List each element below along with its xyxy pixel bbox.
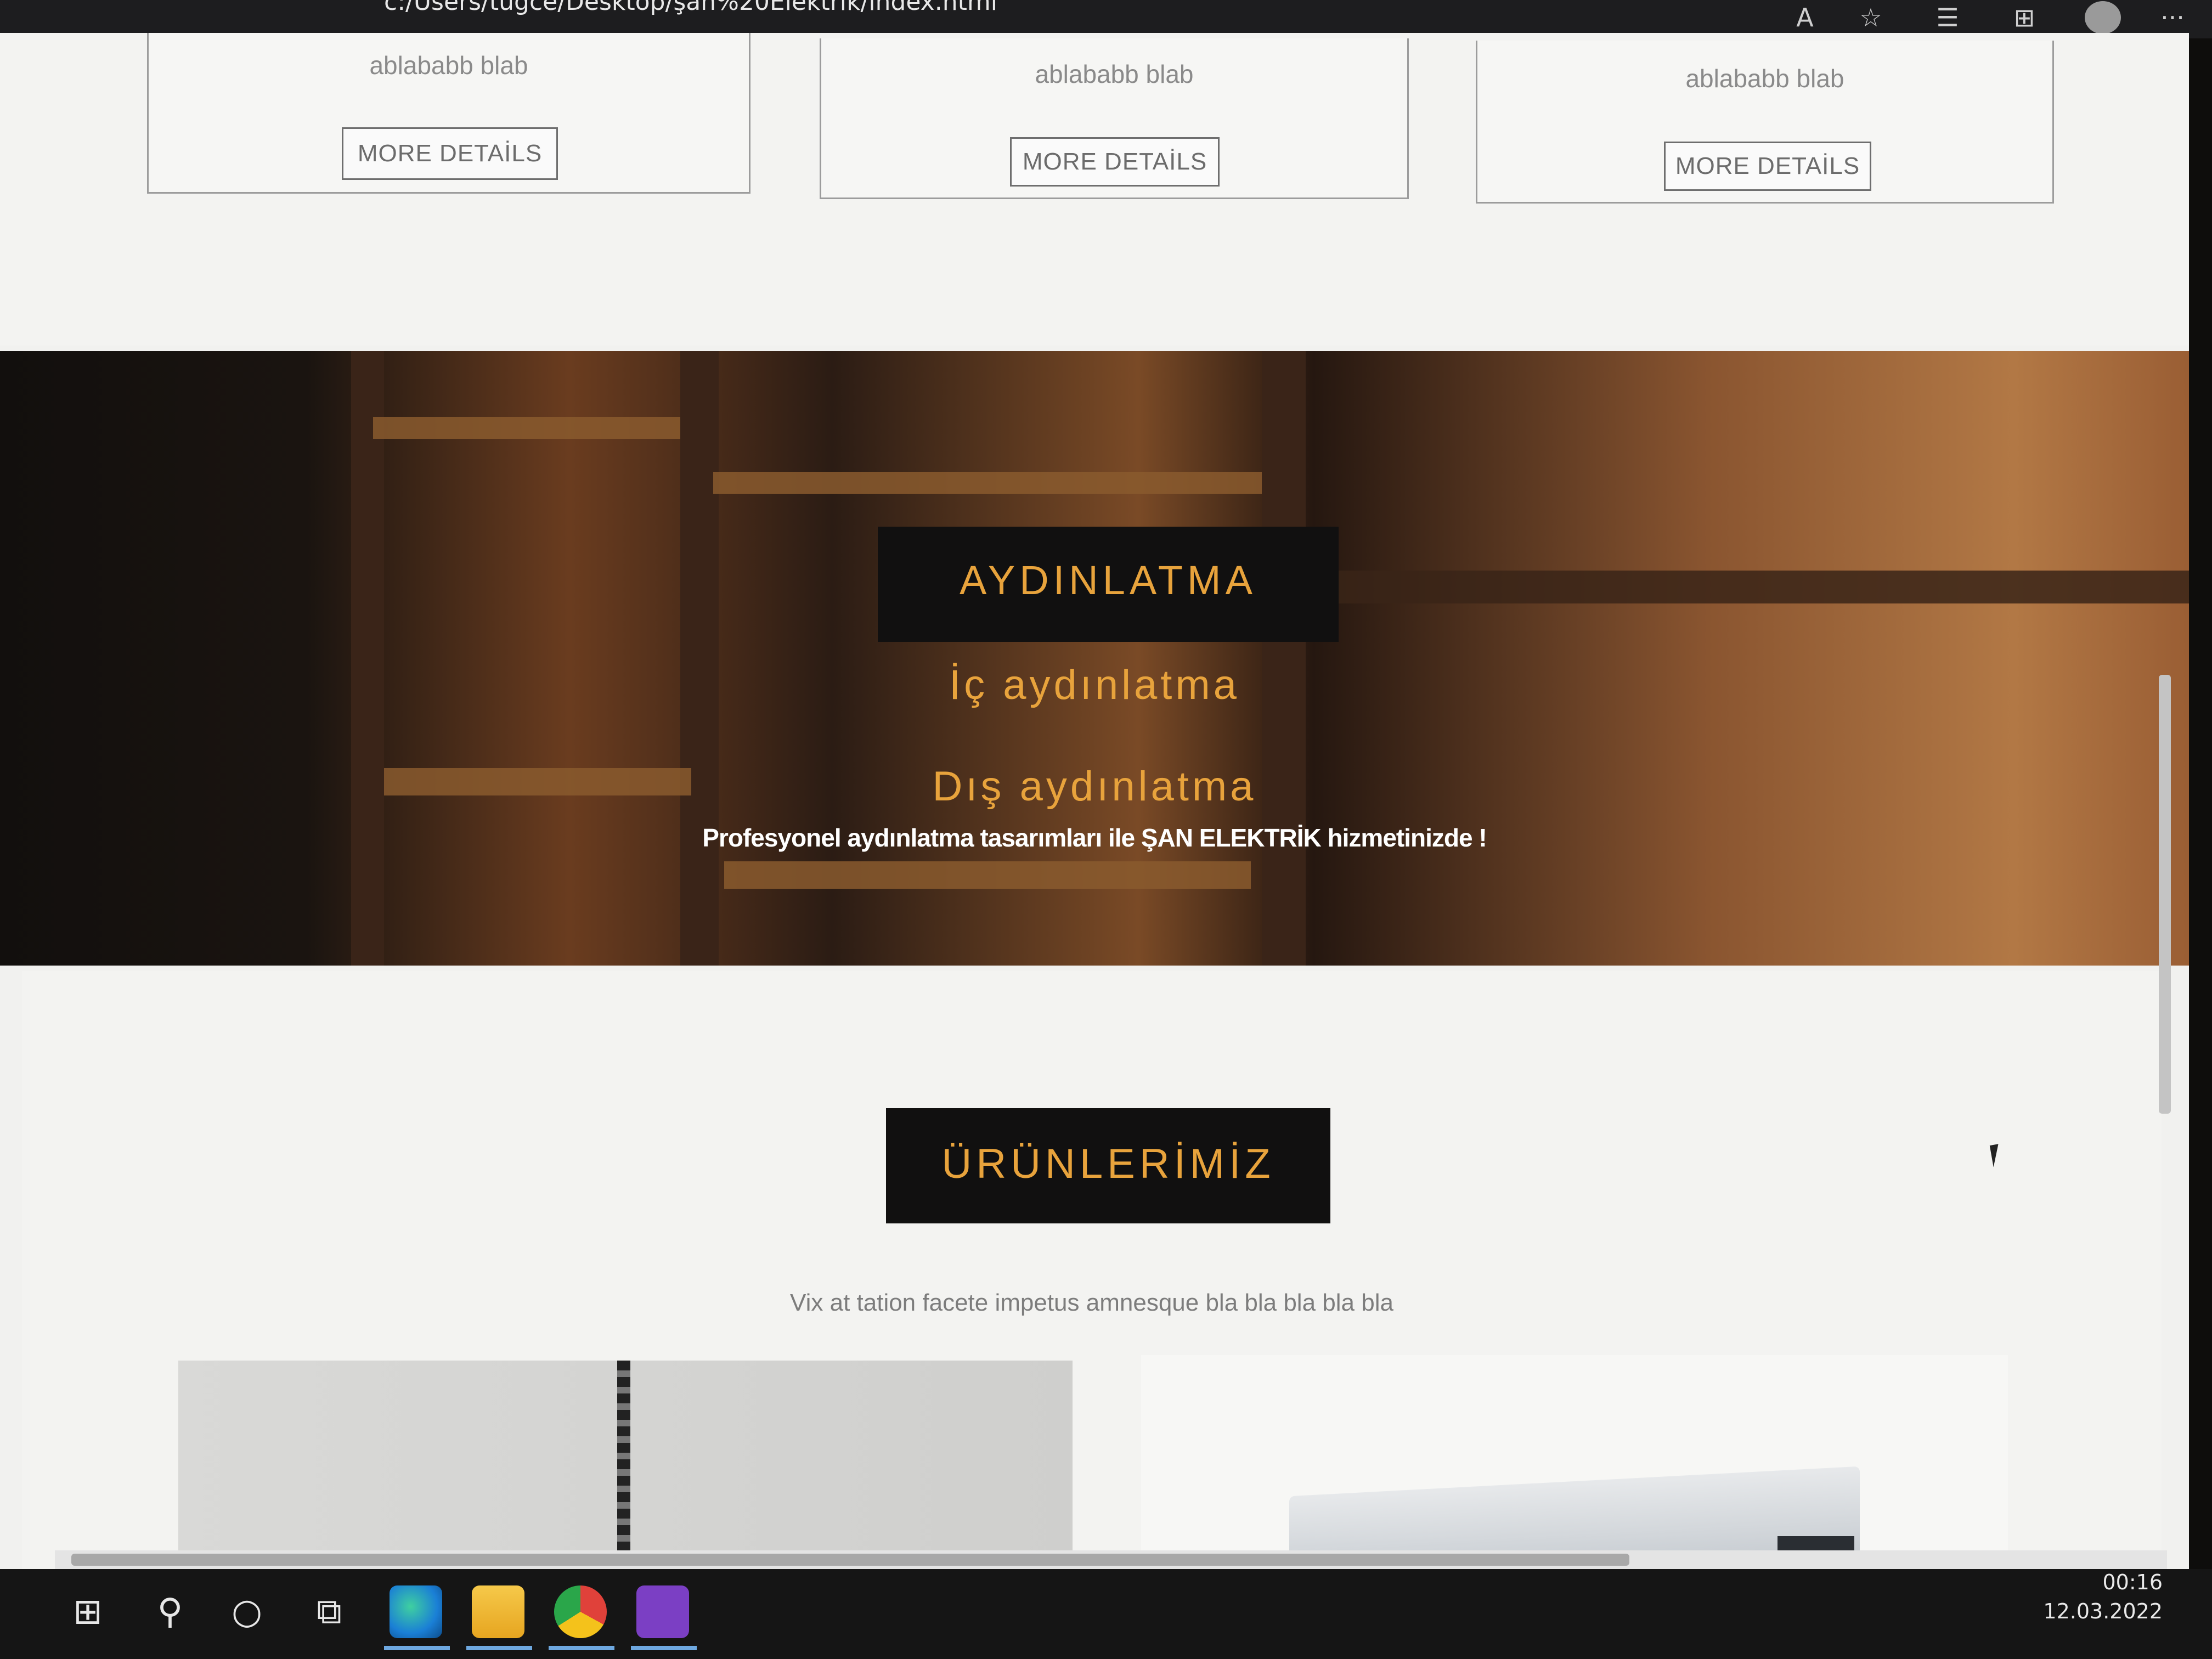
app-indicator: [466, 1646, 532, 1650]
windows-taskbar: ⊞ ⚲ ○ ⧉: [0, 1569, 2212, 1659]
vertical-scroll-thumb[interactable]: [2159, 675, 2171, 1114]
chrome-icon[interactable]: [554, 1585, 607, 1638]
more-details-button[interactable]: MORE DETAİLS: [1010, 137, 1220, 187]
taskbar-clock-date[interactable]: 12.03.2022: [2043, 1599, 2163, 1623]
hero-subtitle: Profesyonel aydınlatma tasarımları ile Ş…: [702, 823, 1487, 852]
product-image-device[interactable]: [1141, 1355, 2008, 1569]
section-title-box: ÜRÜNLERİMİZ: [886, 1108, 1330, 1223]
edge-browser-icon[interactable]: [390, 1585, 442, 1638]
section-title: ÜRÜNLERİMİZ: [941, 1141, 1275, 1187]
app-indicator: [549, 1646, 614, 1650]
card-text: ablababb blab: [1035, 60, 1194, 88]
card-text: ablababb blab: [1685, 64, 1844, 93]
shelf-post: [351, 351, 384, 966]
favorites-add-icon[interactable]: ☆: [1854, 2, 1887, 33]
more-menu-icon[interactable]: ···: [2156, 2, 2189, 33]
active-app-indicator: [384, 1646, 450, 1650]
shelf-board: [1339, 571, 2189, 603]
hero-line-indoor[interactable]: İç aydınlatma: [0, 661, 2189, 709]
web-page: ablababb blab MORE DETAİLS ablababb blab…: [0, 33, 2189, 1569]
product-image-pendant-lamp[interactable]: [178, 1361, 1073, 1569]
card-3: ablababb blab MORE DETAİLS: [1476, 41, 2054, 204]
profile-avatar-icon[interactable]: [2085, 1, 2121, 34]
task-view-icon[interactable]: ⧉: [302, 1584, 357, 1639]
horizontal-scroll-thumb[interactable]: [71, 1554, 1629, 1566]
shelf-post: [680, 351, 719, 966]
horizontal-scrollbar[interactable]: [55, 1550, 2167, 1569]
card-2: ablababb blab MORE DETAİLS: [820, 38, 1409, 199]
file-explorer-icon[interactable]: [472, 1585, 524, 1638]
shelf-board: [373, 417, 680, 439]
app-indicator: [631, 1646, 697, 1650]
hero-banner: AYDINLATMA İç aydınlatma Dış aydınlatma …: [0, 351, 2189, 966]
address-bar-url[interactable]: c:/Users/tugce/Desktop/şan%20Elektrik/in…: [384, 0, 997, 16]
section-description: Vix at tation facete impetus amnesque bl…: [790, 1289, 1393, 1316]
hero-title-box: AYDINLATMA: [878, 527, 1339, 642]
more-details-button[interactable]: MORE DETAİLS: [1664, 142, 1871, 191]
windows-start-icon[interactable]: ⊞: [60, 1584, 115, 1639]
more-details-button[interactable]: MORE DETAİLS: [342, 127, 558, 180]
cards-section: ablababb blab MORE DETAİLS ablababb blab…: [0, 33, 2189, 346]
read-aloud-icon[interactable]: A: [1788, 2, 1821, 33]
hero-title: AYDINLATMA: [960, 557, 1257, 603]
cortana-icon[interactable]: ○: [219, 1584, 274, 1639]
visual-studio-icon[interactable]: [636, 1585, 689, 1638]
search-icon[interactable]: ⚲: [143, 1584, 198, 1639]
card-1: ablababb blab MORE DETAİLS: [147, 33, 751, 194]
shelf-board: [724, 861, 1251, 889]
taskbar-clock-time[interactable]: 00:16: [2102, 1570, 2163, 1594]
shelf-post: [1262, 351, 1306, 966]
favorites-icon[interactable]: ☰: [1931, 2, 1964, 33]
hero-line-outdoor[interactable]: Dış aydınlatma: [0, 763, 2189, 810]
collections-icon[interactable]: ⊞: [2008, 2, 2041, 33]
products-section: ÜRÜNLERİMİZ Vix at tation facete impetus…: [22, 971, 2162, 1569]
shelf-board: [713, 472, 1262, 494]
card-text: ablababb blab: [369, 51, 528, 80]
mouse-cursor-icon: [1989, 1142, 2011, 1167]
lamp-chain: [617, 1361, 630, 1569]
